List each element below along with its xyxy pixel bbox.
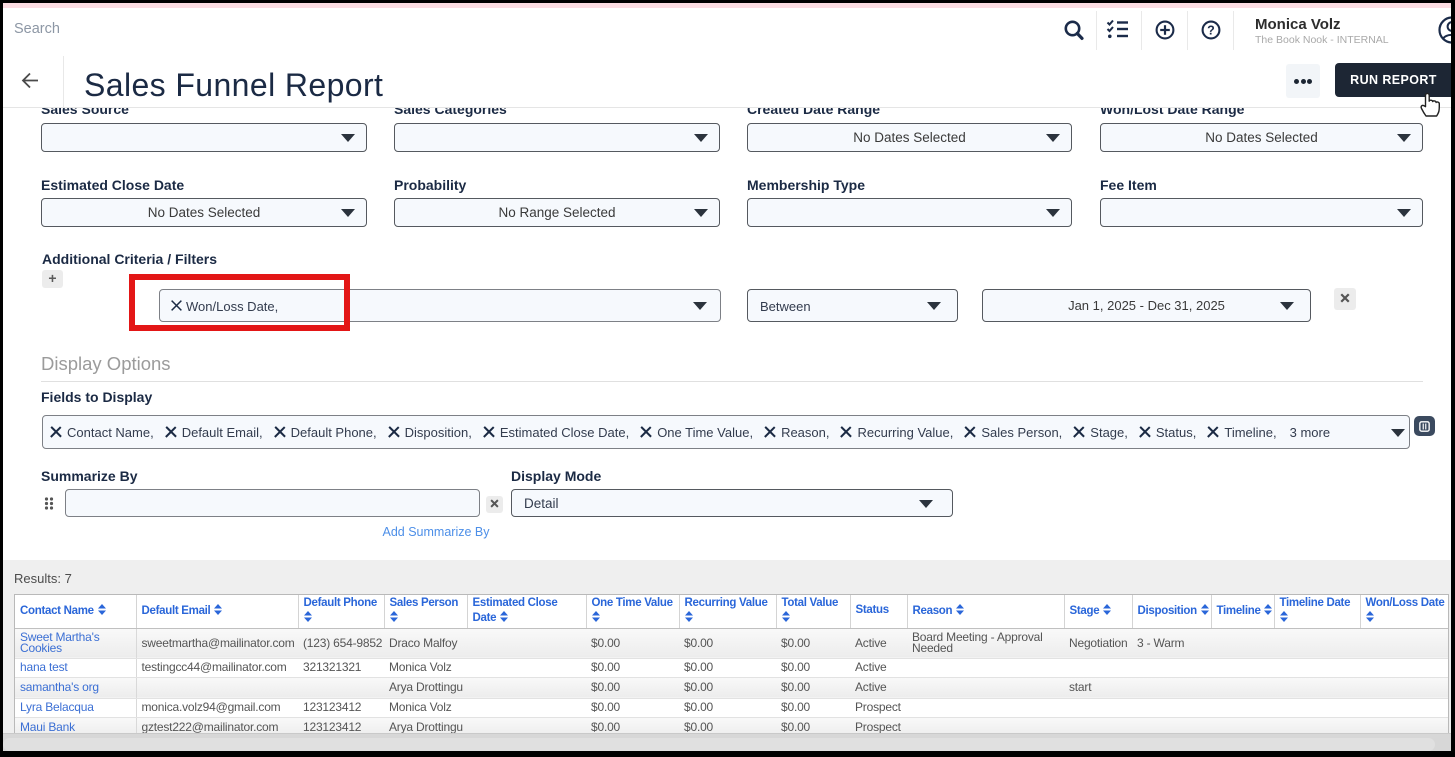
svg-text:?: ? bbox=[1207, 24, 1215, 38]
